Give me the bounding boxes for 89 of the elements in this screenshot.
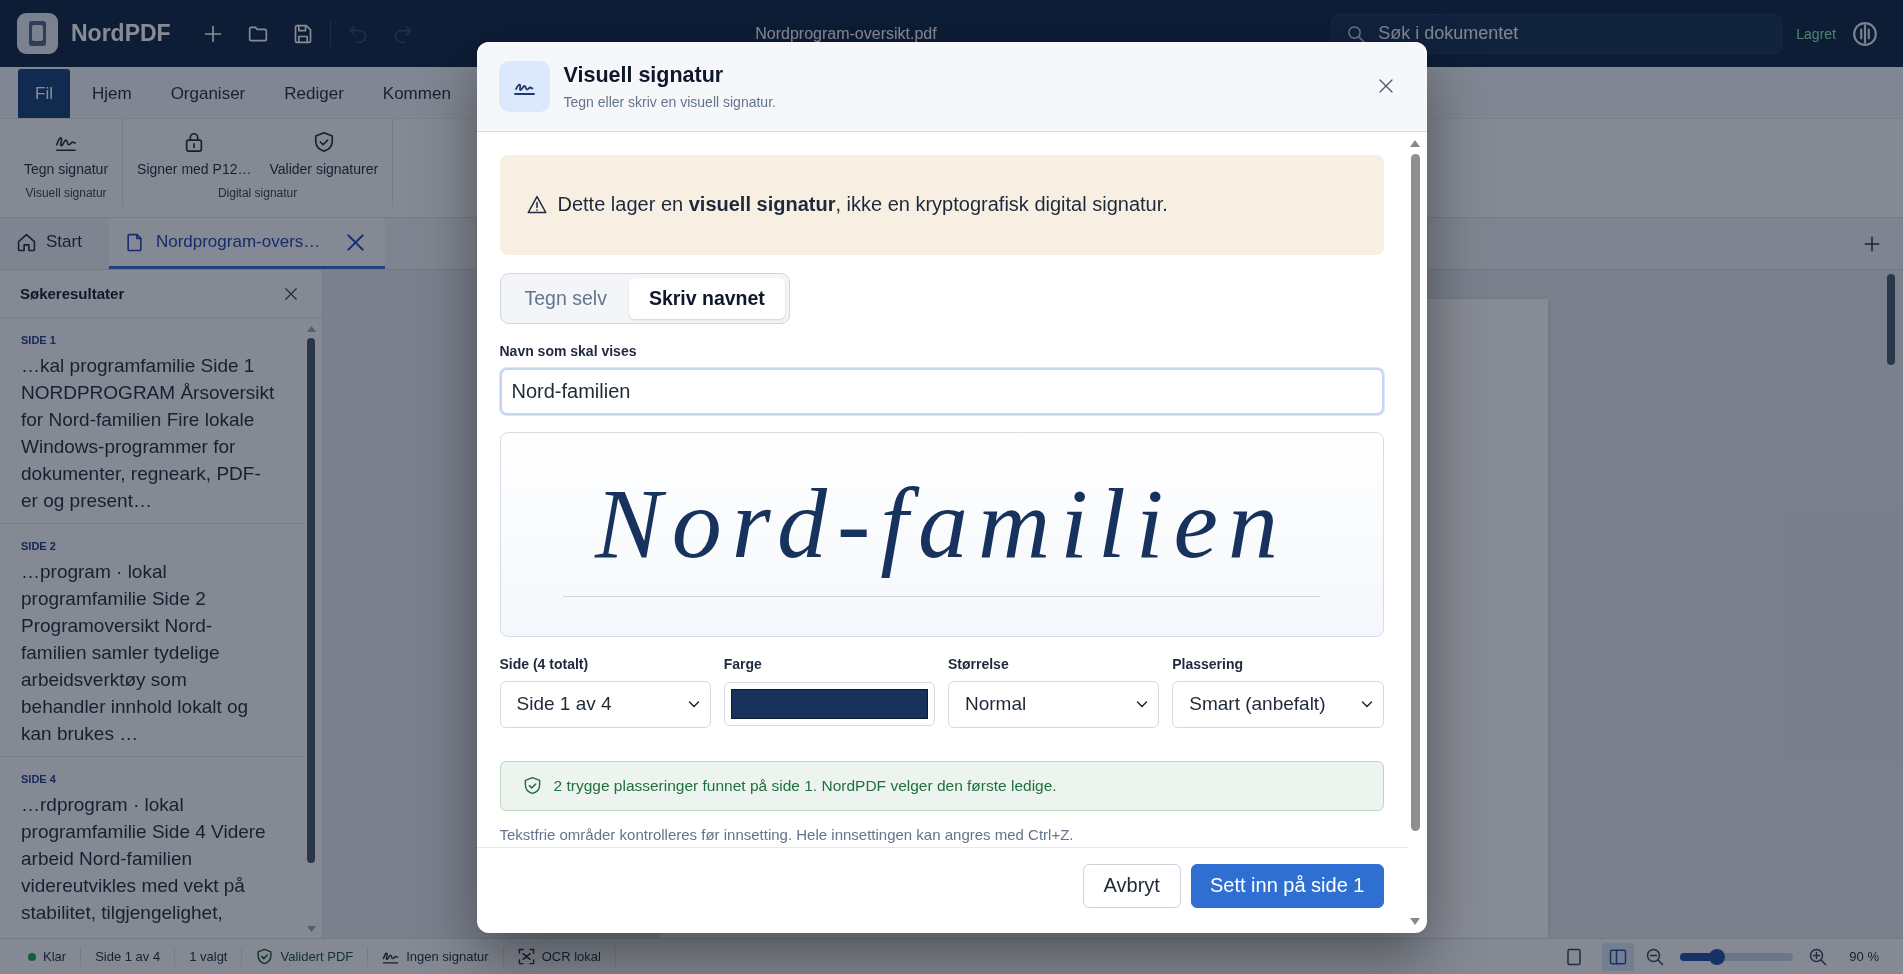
color-picker[interactable] [723, 681, 935, 726]
status-text: Ingen signatur [406, 949, 489, 964]
ribbon-group-label: Visuell signatur [25, 186, 107, 200]
search-result[interactable]: …program · lokal programfamilie Side 2 Programoversikt Nord-familien samler tydelige arbeidsverktøy som behandler innhold lokalt og kan brukes … [21, 558, 276, 747]
field-label: Størrelse [948, 655, 1010, 672]
close-icon[interactable] [284, 286, 298, 301]
select-value: Normal [965, 693, 1027, 715]
result-page-label: SIDE 1 [21, 334, 57, 347]
result-page-label: SIDE 2 [21, 540, 57, 553]
hint-text: Tekstfrie områder kontrolleres før innsetting. Hele innsettingen kan angres med Ctrl+Z. [499, 826, 1075, 843]
mode-tab[interactable]: Tegn selv [504, 277, 627, 319]
dialog-title: Visuell signatur [563, 62, 725, 88]
success-text: 2 trygge plasseringer funnet på side 1. NordPDF velger den første ledige. [553, 776, 1057, 795]
plus-icon [202, 23, 223, 44]
ribbon-button[interactable]: Tegn signatur [16, 123, 117, 181]
document-tab[interactable]: Nordprogram-overs… [108, 218, 386, 269]
field-label: Plassering [1172, 655, 1245, 672]
ribbon-button[interactable]: Signer med P12… [129, 123, 260, 181]
shield-check-icon [312, 131, 335, 153]
tab-label: Nordprogram-overs… [155, 232, 321, 252]
size-select[interactable]: Normal [948, 680, 1160, 728]
status-dot-icon [28, 952, 36, 961]
name-input[interactable]: Nord-familien [499, 367, 1384, 415]
tab-label: Start [46, 232, 82, 252]
two-panel-icon [1609, 947, 1628, 966]
status-text: Validert PDF [280, 949, 354, 964]
ribbon-group-label: Digital signatur [217, 186, 298, 200]
signature-icon [498, 60, 550, 112]
single-page-icon [1565, 947, 1584, 966]
zoom-in-icon [1809, 947, 1828, 966]
chevron-down-icon [1360, 698, 1373, 710]
page-select[interactable]: Side 1 av 4 [499, 680, 711, 728]
scrollbar-thumb[interactable] [307, 338, 315, 863]
document-icon [124, 232, 144, 252]
home-icon [17, 232, 36, 252]
scroll-up-icon[interactable] [1410, 139, 1420, 147]
status-text: Side 1 av 4 [95, 949, 161, 964]
ribbon-tab[interactable]: Organiser [153, 69, 263, 118]
placement-select[interactable]: Smart (anbefalt) [1172, 680, 1384, 728]
document-tab[interactable]: Start [9, 218, 100, 269]
zoom-in-button[interactable] [1809, 947, 1828, 966]
ribbon-button[interactable]: Valider signaturer [261, 123, 387, 181]
status-text: Klar [43, 949, 67, 964]
scrollbar-thumb[interactable] [1410, 153, 1420, 831]
document-title: Nordprogram-oversikt.pdf [754, 24, 938, 43]
field-label: Navn som skal vises [499, 342, 638, 359]
insert-button[interactable]: Sett inn på side 1 [1190, 863, 1384, 908]
search-field[interactable]: Søk i dokumentet [1331, 13, 1783, 54]
ribbon-tab[interactable]: Rediger [267, 69, 361, 118]
warning-icon [526, 194, 547, 215]
zoom-reading: 90 % [1849, 949, 1879, 964]
app-logo-icon [17, 13, 58, 54]
scan-icon [517, 948, 535, 965]
field-label: Side (4 totalt) [499, 655, 590, 672]
chevron-down-icon [1136, 698, 1149, 710]
ribbon-tab[interactable]: Fil [18, 69, 70, 118]
zoom-slider-thumb[interactable] [1708, 948, 1725, 965]
select-value: Side 1 av 4 [516, 693, 612, 715]
close-icon[interactable] [346, 232, 366, 252]
cancel-button[interactable]: Avbryt [1082, 863, 1181, 908]
result-page-label: SIDE 4 [21, 773, 57, 786]
ribbon-tab[interactable]: Hjem [74, 69, 149, 118]
zoom-out-icon [1646, 947, 1665, 966]
shield-check-icon [522, 776, 542, 795]
scrollbar-thumb[interactable] [1887, 274, 1895, 365]
select-value: Smart (anbefalt) [1189, 693, 1326, 715]
shield-check-icon [256, 948, 274, 965]
circle-icon[interactable] [1852, 20, 1878, 47]
dialog-subtitle: Tegn eller skriv en visuell signatur. [563, 93, 777, 110]
chevron-down-icon [687, 698, 700, 710]
scroll-down-icon[interactable] [1410, 917, 1420, 925]
status-text: OCR lokal [541, 949, 601, 964]
app-name: NordPDF [71, 20, 171, 47]
warning-text: Dette lager en visuell signatur, ikke en kryptografisk digital signatur. [557, 193, 1168, 216]
field-label: Farge [723, 655, 763, 672]
zoom-out-button[interactable] [1646, 947, 1665, 966]
view-mode-button[interactable] [1602, 942, 1635, 971]
status-text: 1 valgt [189, 949, 228, 964]
scroll-down-icon[interactable] [306, 926, 316, 932]
panel-title: Søkeresultater [20, 285, 125, 302]
search-result[interactable]: …rdprogram · lokal programfamilie Side 4 Videre arbeid Nord-familien videreutvikles med vekt på stabilitet, tilgjengelighet, [21, 791, 276, 926]
plus-icon[interactable] [1863, 234, 1881, 253]
mode-tab[interactable]: Skriv navnet [628, 277, 785, 319]
ribbon-tab[interactable]: Kommen [365, 69, 468, 118]
close-icon [1377, 78, 1394, 94]
save-status: Lagret [1796, 25, 1836, 42]
search-result[interactable]: …kal programfamilie Side 1 NORDPROGRAM Årsoversikt for Nord-familien Fire lokale Windows-programmer for dokumenter, regneark, PDF-er og present… [21, 352, 276, 514]
scroll-up-icon[interactable] [306, 326, 316, 332]
zoom-slider[interactable] [1680, 948, 1794, 965]
